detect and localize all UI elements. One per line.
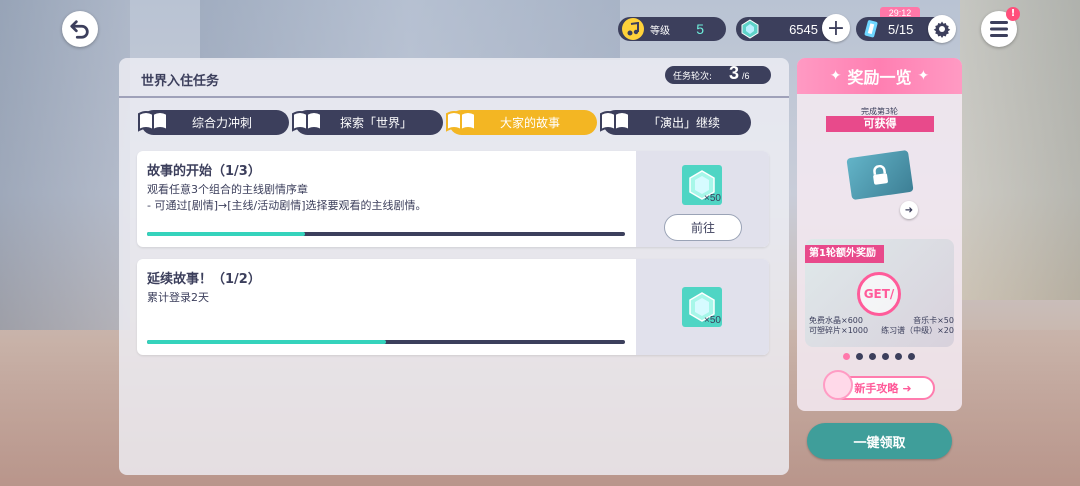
carousel-dots: [843, 353, 915, 360]
reward-count: ×50: [704, 315, 721, 326]
level-label: 等级: [650, 25, 670, 37]
tab-label: 探索「世界」: [339, 116, 412, 130]
bonus-reward-items: 免费水晶×600 音乐卡×50 可塑碎片×1000 练习谱（中级）×20: [809, 316, 954, 336]
reward-list-header: ✦ 奖励一览 ✦: [797, 58, 962, 94]
tab-continue-show[interactable]: 「演出」继续: [600, 110, 751, 135]
ap-count: 5/15: [888, 21, 914, 37]
reward-list-title: 奖励一览: [847, 68, 912, 87]
bonus-item: 可塑碎片×1000: [809, 326, 869, 335]
tab-everyones-story[interactable]: 大家的故事: [446, 110, 597, 135]
sparkle-icon: ✦: [917, 68, 930, 84]
claim-all-button[interactable]: 一键领取: [807, 423, 952, 459]
ap-display: 5/15: [856, 15, 956, 43]
background-building-right: [960, 0, 1080, 300]
carousel-dot[interactable]: [908, 353, 915, 360]
carousel-dot[interactable]: [882, 353, 889, 360]
bonus-item: 练习谱（中级）×20: [881, 326, 954, 335]
panel-header: 世界入住任务 任务轮次: 3 /6: [119, 58, 789, 98]
level-display: 等级 5: [618, 17, 726, 41]
mascot-icon: [823, 370, 853, 400]
mission-card: 故事的开始（1/3） 观看任意3个组合的主线剧情序章 - 可通过[剧情]→[主线…: [137, 151, 769, 247]
bonus-reward-card[interactable]: 第1轮额外奖励 GET/ 免费水晶×600 音乐卡×50 可塑碎片×1000 练…: [805, 239, 954, 347]
live-bonus-icon: [864, 20, 878, 38]
arrow-right-icon: ➜: [904, 204, 914, 216]
mission-reward-area: ×50 前往: [636, 151, 769, 247]
mission-description: 观看任意3个组合的主线剧情序章 - 可通过[剧情]→[主线/活动剧情]选择要观看…: [147, 183, 427, 212]
round-current: 3: [729, 63, 740, 83]
gear-icon: [933, 21, 951, 38]
sparkle-icon: ✦: [829, 68, 842, 84]
round-max: /6: [742, 71, 750, 81]
crystal-icon: [741, 19, 759, 39]
reward-list-panel: ✦ 奖励一览 ✦ 完成第3轮 可获得 ➜ 第1轮额外奖励 GET/ 免费水晶×6…: [797, 58, 962, 411]
lock-icon: [873, 164, 888, 185]
mission-progress-bar: [147, 340, 625, 344]
mission-progress-fill: [147, 340, 386, 344]
locked-reward-card[interactable]: [846, 149, 914, 201]
mission-card: 延续故事！（1/2） 累计登录2天 ×50: [137, 259, 769, 355]
back-button[interactable]: [62, 11, 98, 47]
bonus-row: 可塑碎片×1000 练习谱（中级）×20: [809, 326, 954, 336]
mission-title: 故事的开始（1/3）: [147, 164, 261, 179]
carousel-dot[interactable]: [869, 353, 876, 360]
background-signs: [200, 0, 620, 60]
bonus-item: 免费水晶×600: [809, 316, 863, 325]
mission-title: 延续故事！（1/2）: [147, 272, 261, 287]
go-button[interactable]: 前往: [664, 214, 742, 241]
hamburger-icon: [990, 21, 1008, 37]
plus-icon: +: [826, 15, 846, 41]
get-stamp: GET/: [857, 272, 901, 316]
tab-label: 大家的故事: [499, 116, 560, 130]
back-arrow-icon: [70, 20, 89, 39]
level-value: 5: [696, 21, 704, 37]
view-reward-button[interactable]: ➜: [900, 201, 918, 219]
music-note-icon: [622, 18, 644, 40]
tab-label: 「演出」继续: [647, 116, 720, 130]
notification-badge: !: [1006, 7, 1020, 21]
mission-progress-bar: [147, 232, 625, 236]
carousel-dot[interactable]: [895, 353, 902, 360]
mission-progress-fill: [147, 232, 305, 236]
guide-label: 新手攻略: [854, 382, 899, 395]
book-icon: [138, 111, 168, 132]
book-icon: [600, 111, 630, 132]
carousel-dot[interactable]: [843, 353, 850, 360]
mission-description: 累计登录2天: [147, 291, 209, 304]
tab-label: 综合力冲刺: [191, 116, 252, 130]
bonus-row: 免费水晶×600 音乐卡×50: [809, 316, 954, 326]
gem-display: 6545 +: [736, 14, 850, 42]
carousel-dot[interactable]: [856, 353, 863, 360]
bonus-reward-label: 第1轮额外奖励: [805, 245, 884, 263]
tab-power-sprint[interactable]: 综合力冲刺: [138, 110, 289, 135]
obtainable-ribbon: 可获得: [826, 116, 934, 132]
settings-button[interactable]: [928, 15, 956, 43]
background-building-left: [0, 0, 130, 330]
panel-title: 世界入住任务: [141, 74, 220, 89]
bonus-item: 音乐卡×50: [913, 316, 954, 325]
gem-count: 6545: [789, 21, 818, 37]
reward-count: ×50: [704, 193, 721, 204]
book-icon: [446, 111, 476, 132]
add-gems-button[interactable]: +: [822, 14, 850, 42]
book-icon: [292, 111, 322, 132]
mission-panel: 世界入住任务 任务轮次: 3 /6 综合力冲刺 探索「世界」 大家的故事 「演出…: [119, 58, 789, 475]
arrow-right-icon: ➜: [902, 381, 912, 395]
round-label: 任务轮次:: [673, 72, 713, 82]
tab-explore-world[interactable]: 探索「世界」: [292, 110, 443, 135]
round-counter: 任务轮次: 3 /6: [665, 63, 771, 84]
beginner-guide-button[interactable]: 新手攻略 ➜: [823, 370, 935, 400]
mission-reward-area: ×50: [636, 259, 769, 355]
